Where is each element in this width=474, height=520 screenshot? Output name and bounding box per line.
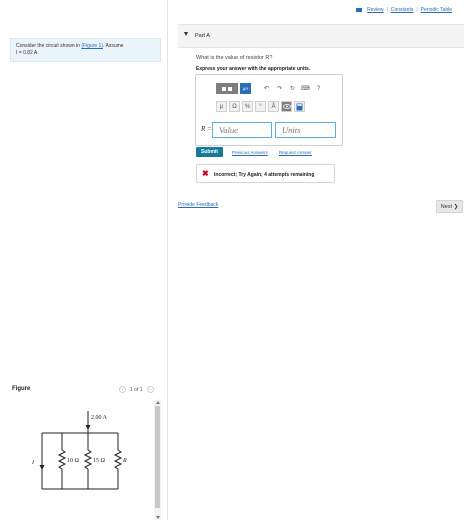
help-icon[interactable]: ?: [313, 83, 324, 94]
math-toolbar: μA ↶ ↷ ↻ ⌨ ?: [216, 83, 326, 94]
answer-panel: μA ↶ ↷ ↻ ⌨ ? μ Ω % ° Å R = Value Units: [195, 74, 343, 146]
angstrom-button[interactable]: Å: [268, 101, 279, 112]
circuit-diagram: 2.00 A I 10 Ω 15 Ω R: [31, 411, 127, 490]
current-label: 2.00 A: [91, 415, 108, 421]
units-input[interactable]: Units: [275, 122, 336, 138]
current-var-label: I: [31, 460, 35, 466]
units-toolbar: μ Ω % ° Å: [216, 101, 307, 112]
review-link[interactable]: Review: [367, 7, 383, 13]
provide-feedback-link[interactable]: Provide Feedback: [178, 202, 218, 208]
degree-button[interactable]: °: [255, 101, 266, 112]
feedback-text: Incorrect; Try Again; 4 attempts remaini…: [214, 171, 315, 178]
figure-scrollbar[interactable]: [154, 400, 161, 520]
figure-nav: ‹ 1 of 1 ›: [119, 386, 154, 393]
panel-divider: [167, 0, 168, 520]
value-input[interactable]: Value: [212, 122, 272, 138]
problem-current: I = 0.82 A.: [16, 49, 39, 56]
reset-icon[interactable]: ↻: [287, 83, 298, 94]
feedback-message: ✖ Incorrect; Try Again; 4 attempts remai…: [196, 164, 335, 183]
periodic-table-link[interactable]: Periodic Table: [421, 7, 452, 13]
units-button[interactable]: μA: [240, 83, 251, 94]
scroll-up-icon[interactable]: [155, 401, 160, 404]
keyboard-icon[interactable]: ⌨: [300, 83, 311, 94]
link-separator: |: [416, 7, 418, 13]
variable-label: R =: [201, 125, 212, 133]
collapse-caret-icon[interactable]: [184, 32, 188, 36]
link-separator: |: [386, 7, 388, 13]
scroll-thumb[interactable]: [155, 406, 160, 508]
part-a-header[interactable]: Part A: [178, 24, 464, 48]
resistor-10-label: 10 Ω: [67, 458, 80, 464]
ohm-button[interactable]: Ω: [229, 101, 240, 112]
templates-button[interactable]: [216, 83, 238, 94]
figure-count: 1 of 1: [130, 386, 143, 393]
micro-button[interactable]: μ: [216, 101, 227, 112]
request-answer-link[interactable]: Request Answer: [279, 150, 312, 155]
percent-button[interactable]: %: [242, 101, 253, 112]
problem-statement: Consider the circuit shown in (Figure 1)…: [10, 38, 161, 62]
question-text: What is the value of resistor R?: [196, 55, 273, 61]
redo-icon[interactable]: ↷: [274, 83, 285, 94]
previous-answers-link[interactable]: Previous Answers: [232, 150, 268, 155]
problem-text-cont: . Assume: [103, 43, 124, 49]
problem-text: Consider the circuit shown in: [16, 43, 82, 49]
scroll-down-icon[interactable]: [155, 516, 160, 519]
undo-icon[interactable]: ↶: [261, 83, 272, 94]
next-figure-button[interactable]: ›: [146, 386, 154, 393]
figure-label: Figure: [12, 386, 31, 392]
part-title: Part A: [195, 33, 210, 39]
resistor-15-label: 15 Ω: [93, 458, 106, 464]
instruction-text: Express your answer with the appropriate…: [196, 66, 311, 72]
incorrect-icon: ✖: [202, 169, 209, 178]
next-button[interactable]: Next ❯: [436, 200, 463, 213]
submit-button[interactable]: Submit: [196, 147, 223, 157]
calculator-icon[interactable]: [294, 101, 305, 112]
prev-figure-button[interactable]: ‹: [119, 386, 126, 393]
figure-link[interactable]: (Figure 1): [81, 43, 103, 49]
resistor-r-label: R: [122, 458, 127, 464]
review-icon: [356, 8, 363, 12]
top-links: Review | Constants | Periodic Table: [356, 7, 452, 13]
eye-icon[interactable]: [281, 101, 292, 112]
constants-link[interactable]: Constants: [391, 7, 414, 13]
